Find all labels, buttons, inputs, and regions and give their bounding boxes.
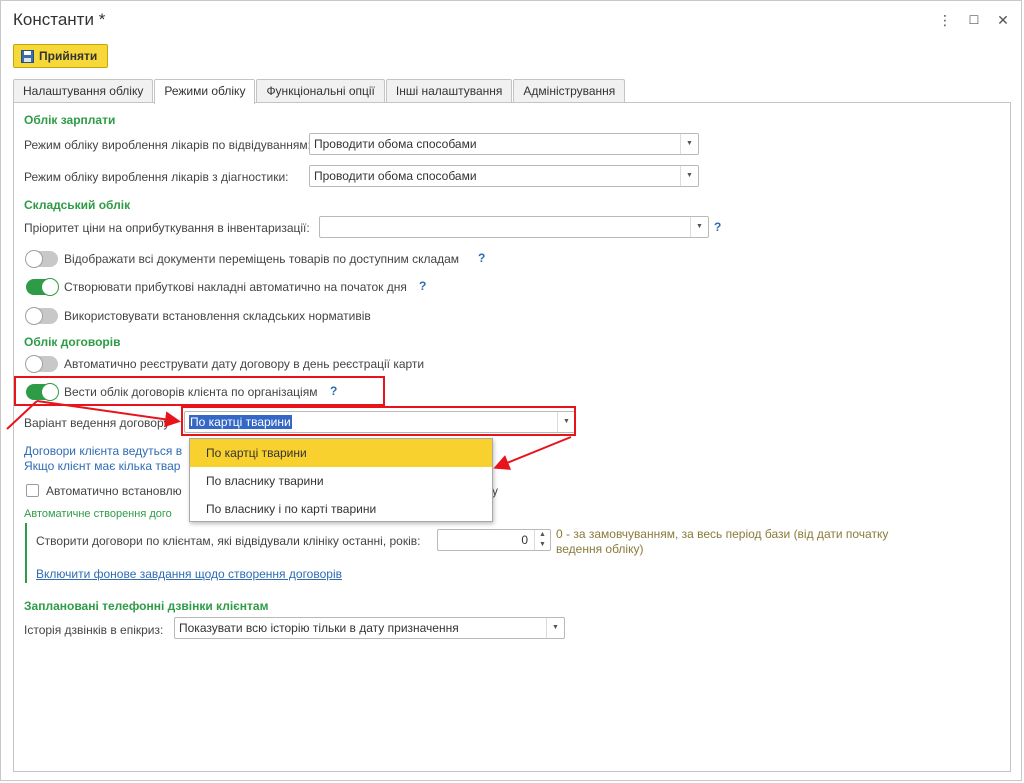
tab-bar: Налаштування обліку Режими обліку Функці… [13, 79, 626, 104]
create-years-label: Створити договори по клієнтам, які відві… [36, 534, 421, 548]
chevron-down-icon[interactable]: ▼ [680, 166, 698, 186]
group-indent-line [25, 523, 27, 583]
accept-button[interactable]: Прийняти [13, 44, 109, 68]
contracts-section-title: Облік договорів [24, 335, 121, 349]
price-priority-help-icon[interactable]: ? [714, 220, 721, 234]
stepper-down-icon[interactable]: ▼ [535, 540, 550, 550]
contracts-info-line1: Договори клієнта ведуться в [24, 444, 183, 458]
visits-mode-value: Проводити обома способами [314, 137, 477, 151]
toggle-warehouse-norms[interactable] [25, 307, 58, 325]
toggle-auto-contract-date[interactable] [25, 355, 58, 373]
chevron-down-icon[interactable]: ▼ [680, 134, 698, 154]
window-title: Константи * [13, 10, 106, 29]
contracts-by-org-help-icon[interactable]: ? [330, 384, 337, 398]
auto-contract-date-label: Автоматично реєструвати дату договору в … [64, 357, 425, 371]
tab-accounting-modes[interactable]: Режими обліку [154, 79, 256, 104]
show-all-transfers-help-icon[interactable]: ? [478, 251, 485, 265]
contract-variant-select[interactable]: По картці тварини ▼ [184, 411, 576, 433]
toolbar: Прийняти [13, 44, 109, 68]
stepper-up-icon[interactable]: ▲ [535, 530, 550, 540]
bg-task-link[interactable]: Включити фонове завдання щодо створення … [36, 567, 342, 581]
dropdown-option[interactable]: По власнику і по карті тварини [190, 495, 492, 523]
close-icon[interactable]: ✕ [995, 12, 1011, 28]
tab-accounting-settings[interactable]: Налаштування обліку [13, 79, 154, 103]
chevron-down-icon[interactable]: ▼ [546, 618, 564, 638]
contracts-info-line2: Якщо клієнт має кілька твар [24, 459, 181, 473]
years-stepper[interactable]: ▲ ▼ [534, 530, 550, 550]
price-priority-label: Пріоритет ціни на оприбуткування в інвен… [24, 221, 310, 235]
toggle-knob [41, 278, 59, 296]
visits-mode-select[interactable]: Проводити обома способами ▼ [309, 133, 699, 155]
auto-receipts-help-icon[interactable]: ? [419, 279, 426, 293]
tab-panel-accounting-modes: Облік зарплати Режим обліку вироблення л… [13, 102, 1011, 772]
diag-mode-select[interactable]: Проводити обома способами ▼ [309, 165, 699, 187]
contract-variant-dropdown: По картці тварини По власнику тварини По… [189, 438, 493, 522]
toggle-knob [25, 307, 43, 325]
price-priority-select[interactable]: ▼ [319, 216, 709, 238]
tab-other-settings[interactable]: Інші налаштування [385, 79, 513, 103]
auto-set-checkbox[interactable] [26, 484, 39, 497]
constants-window: Константи * ⋮ ☐ ✕ Прийняти Налаштування … [0, 0, 1022, 781]
tab-functional-options[interactable]: Функціональні опції [256, 79, 385, 103]
contract-variant-value: По картці тварини [189, 415, 292, 429]
toggle-contracts-by-org[interactable] [26, 383, 59, 401]
toggle-knob [25, 355, 43, 373]
create-years-note: 0 - за замовчуванням, за весь період баз… [556, 527, 889, 556]
diag-mode-label: Режим обліку вироблення лікарів з діагно… [24, 170, 289, 184]
tab-administration[interactable]: Адміністрування [513, 79, 626, 103]
chevron-down-icon[interactable]: ▼ [557, 412, 575, 432]
auto-set-label: Автоматично встановлю [46, 484, 182, 498]
toggle-show-all-transfers[interactable] [25, 250, 58, 268]
contract-variant-label: Варіант ведення договору [24, 416, 170, 430]
diag-mode-value: Проводити обома способами [314, 169, 477, 183]
auto-receipts-label: Створювати прибуткові накладні автоматич… [64, 280, 407, 294]
dropdown-option[interactable]: По власнику тварини [190, 467, 492, 495]
create-years-value: 0 [521, 533, 528, 547]
calls-history-select[interactable]: Показувати всю історію тільки в дату при… [174, 617, 565, 639]
auto-create-title: Автоматичне створення дого [24, 508, 172, 520]
maximize-icon[interactable]: ☐ [966, 12, 982, 28]
toggle-auto-receipts[interactable] [26, 278, 59, 296]
warehouse-norms-label: Використовувати встановлення складських … [64, 309, 371, 323]
save-disk-icon [21, 49, 34, 63]
toggle-knob [25, 250, 43, 268]
chevron-down-icon[interactable]: ▼ [690, 217, 708, 237]
calls-history-value: Показувати всю історію тільки в дату при… [179, 621, 459, 635]
calls-history-label: Історія дзвінків в епікриз: [24, 623, 164, 637]
title-bar: Константи * ⋮ ☐ ✕ [1, 1, 1021, 39]
more-menu-icon[interactable]: ⋮ [937, 12, 953, 28]
toggle-knob [41, 383, 59, 401]
visits-mode-label: Режим обліку вироблення лікарів по відві… [24, 138, 311, 152]
warehouse-section-title: Складський облік [24, 198, 131, 212]
contracts-by-org-label: Вести облік договорів клієнта по організ… [64, 385, 318, 399]
dropdown-option[interactable]: По картці тварини [190, 439, 492, 467]
create-years-input[interactable]: 0 ▲ ▼ [437, 529, 551, 551]
salary-section-title: Облік зарплати [24, 113, 116, 127]
show-all-transfers-label: Відображати всі документи переміщень тов… [64, 252, 460, 266]
accept-button-label: Прийняти [39, 49, 98, 63]
calls-section-title: Заплановані телефонні дзвінки клієнтам [24, 599, 269, 613]
